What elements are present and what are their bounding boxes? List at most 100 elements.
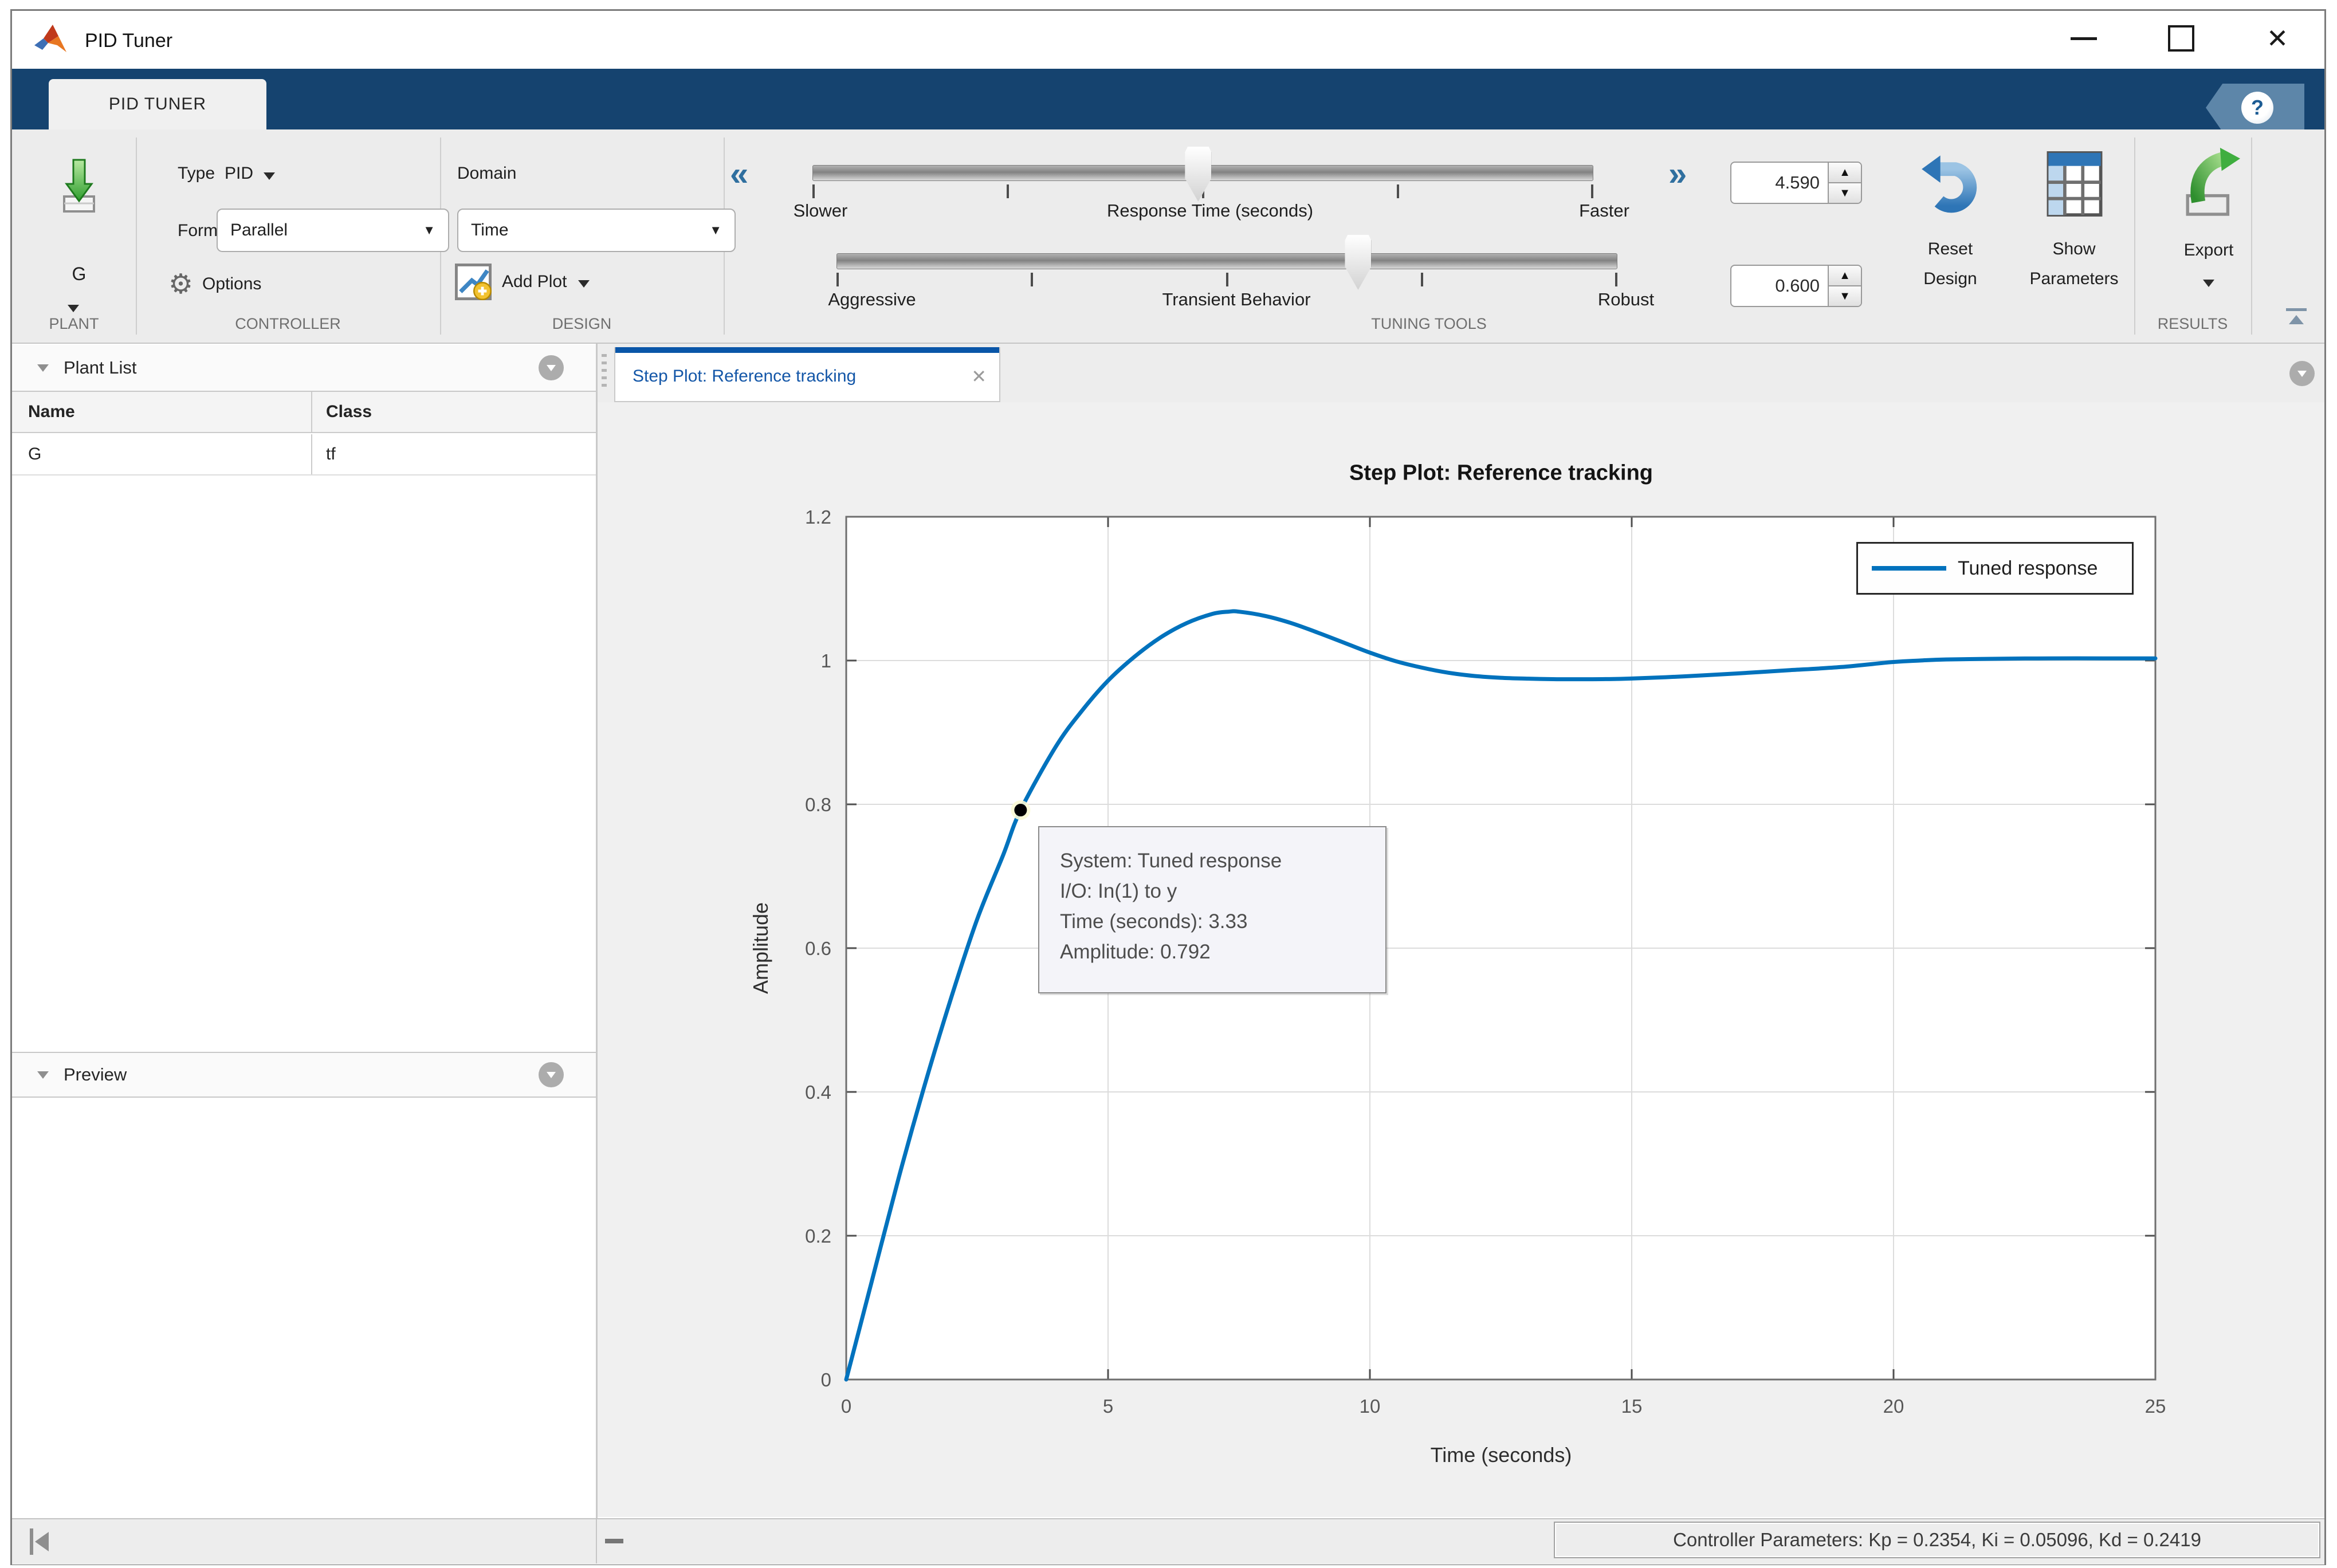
legend-entry: Tuned response xyxy=(1958,557,2098,579)
collapse-left-icon xyxy=(30,1528,33,1555)
spinner-down-button[interactable]: ▼ xyxy=(1829,183,1861,203)
collapse-panel-icon[interactable] xyxy=(37,364,49,372)
plant-dropdown-chevron-icon[interactable] xyxy=(68,305,79,312)
tab-pid-tuner[interactable]: PID TUNER xyxy=(49,79,266,129)
collapse-ribbon-icon xyxy=(2289,315,2304,324)
left-panel xyxy=(12,344,596,1518)
slider-tick xyxy=(812,184,815,198)
datatip-amplitude-line: Amplitude: 0.792 xyxy=(1060,941,1211,963)
close-button[interactable]: ✕ xyxy=(2246,16,2309,61)
section-divider xyxy=(2134,137,2135,335)
slider-tick xyxy=(836,273,839,286)
controller-parameters-status: Controller Parameters: Kp = 0.2354, Ki =… xyxy=(1554,1522,2320,1558)
domain-dropdown[interactable]: Time ▼ xyxy=(457,209,736,252)
plant-row-class: tf xyxy=(326,445,336,463)
gear-icon: ⚙ xyxy=(168,269,194,300)
datatip[interactable]: System: Tuned response I/O: In(1) to y T… xyxy=(1038,826,1387,993)
options-button[interactable]: ⚙ Options xyxy=(168,268,261,300)
datatip-system-line: System: Tuned response xyxy=(1060,850,1282,872)
shift-sliders-left-button[interactable]: « xyxy=(730,155,748,193)
spinner-up-button[interactable]: ▲ xyxy=(1829,266,1861,286)
section-label-controller: CONTROLLER xyxy=(235,315,341,332)
status-bar-divider xyxy=(596,1519,597,1563)
reset-design-label[interactable]: Design xyxy=(1923,269,1977,289)
show-parameters-label[interactable]: Show xyxy=(2052,239,2095,259)
collapse-splitter-handle[interactable] xyxy=(605,1539,623,1543)
slider-tick xyxy=(1030,273,1033,286)
collapse-left-icon xyxy=(35,1532,49,1551)
minimize-icon xyxy=(2071,37,2097,40)
column-header-class: Class xyxy=(326,402,372,421)
reset-design-label[interactable]: Reset xyxy=(1928,239,1973,259)
document-actions-button[interactable] xyxy=(2289,361,2315,386)
collapse-ribbon-icon xyxy=(2286,308,2307,311)
section-divider xyxy=(136,137,137,335)
tab-title: Step Plot: Reference tracking xyxy=(633,367,857,386)
spinner-down-button[interactable]: ▼ xyxy=(1829,286,1861,306)
spinner-up-button[interactable]: ▲ xyxy=(1829,163,1861,183)
slider-tick xyxy=(1397,184,1400,198)
tab-drag-grip[interactable] xyxy=(602,354,607,391)
x-axis-label: Time (seconds) xyxy=(1430,1443,1572,1467)
section-label-design: DESIGN xyxy=(552,315,612,332)
chevron-down-icon xyxy=(547,1071,556,1078)
legend[interactable]: Tuned response xyxy=(1856,542,2134,595)
type-dropdown[interactable]: PID xyxy=(225,164,276,183)
export-label[interactable]: Export xyxy=(2184,241,2234,260)
response-time-value[interactable]: 4.590 xyxy=(1731,163,1828,203)
plant-list-header: Plant List xyxy=(12,345,596,392)
transient-behavior-slider-track[interactable] xyxy=(836,253,1617,269)
column-header-name: Name xyxy=(12,392,312,432)
maximize-button[interactable] xyxy=(2150,16,2213,61)
form-value: Parallel xyxy=(230,221,288,239)
table-row[interactable]: G tf xyxy=(12,434,596,475)
legend-line-sample xyxy=(1872,566,1946,571)
chevron-down-icon: ▼ xyxy=(423,223,435,237)
transient-behavior-value[interactable]: 0.600 xyxy=(1731,266,1828,306)
plant-name-label[interactable]: G xyxy=(50,264,108,285)
slider-tick xyxy=(1421,273,1424,286)
section-label-results: RESULTS xyxy=(2157,315,2228,332)
import-plant-button[interactable] xyxy=(50,142,108,228)
export-button[interactable] xyxy=(2178,146,2240,221)
show-parameters-button[interactable] xyxy=(2047,151,2103,217)
active-tab-stripe xyxy=(615,347,999,353)
chevron-down-icon xyxy=(2297,370,2307,377)
collapse-ribbon-button[interactable] xyxy=(2286,308,2307,324)
slider-label-faster: Faster xyxy=(1579,201,1629,221)
plant-list-actions-button[interactable] xyxy=(539,355,564,380)
preview-title: Preview xyxy=(64,1064,127,1084)
reset-design-button[interactable] xyxy=(1920,149,1980,217)
y-axis-label: Amplitude xyxy=(749,902,772,995)
chart-title: Step Plot: Reference tracking xyxy=(1349,461,1653,485)
tab-close-icon[interactable]: ✕ xyxy=(971,366,987,387)
response-time-slider-thumb[interactable] xyxy=(1185,147,1212,202)
transient-behavior-slider-thumb[interactable] xyxy=(1345,235,1372,290)
collapse-left-panel-button[interactable] xyxy=(30,1528,49,1555)
collapse-panel-icon[interactable] xyxy=(37,1071,49,1079)
chevron-down-icon xyxy=(578,280,590,288)
section-label-tuning-tools: TUNING TOOLS xyxy=(1371,315,1487,332)
help-button[interactable]: ? xyxy=(2241,92,2273,124)
form-dropdown[interactable]: Parallel ▼ xyxy=(217,209,449,252)
preview-actions-button[interactable] xyxy=(539,1062,564,1087)
minimize-button[interactable] xyxy=(2052,16,2115,61)
section-label-plant: PLANT xyxy=(49,315,99,332)
plant-row-name: G xyxy=(12,434,312,474)
datatip-io-line: I/O: In(1) to y xyxy=(1060,880,1177,902)
slider-tick xyxy=(1615,273,1617,286)
add-plot-label: Add Plot xyxy=(502,272,567,291)
slider-label-transient-behavior: Transient Behavior xyxy=(1162,289,1311,309)
preview-header: Preview xyxy=(12,1052,596,1098)
matlab-app-icon xyxy=(34,25,66,52)
export-dropdown-chevron-icon[interactable] xyxy=(2203,280,2214,287)
show-parameters-label[interactable]: Parameters xyxy=(2029,269,2118,289)
slider-tick xyxy=(1226,273,1228,286)
plant-list-column-headers: Name Class xyxy=(12,392,596,433)
domain-label: Domain xyxy=(457,164,517,183)
tab-step-plot[interactable]: Step Plot: Reference tracking ✕ xyxy=(614,347,1000,402)
shift-sliders-right-button[interactable]: » xyxy=(1668,155,1687,193)
add-plot-button[interactable]: Add Plot xyxy=(455,264,590,300)
help-icon: ? xyxy=(2251,96,2264,119)
add-plot-icon xyxy=(455,264,492,300)
